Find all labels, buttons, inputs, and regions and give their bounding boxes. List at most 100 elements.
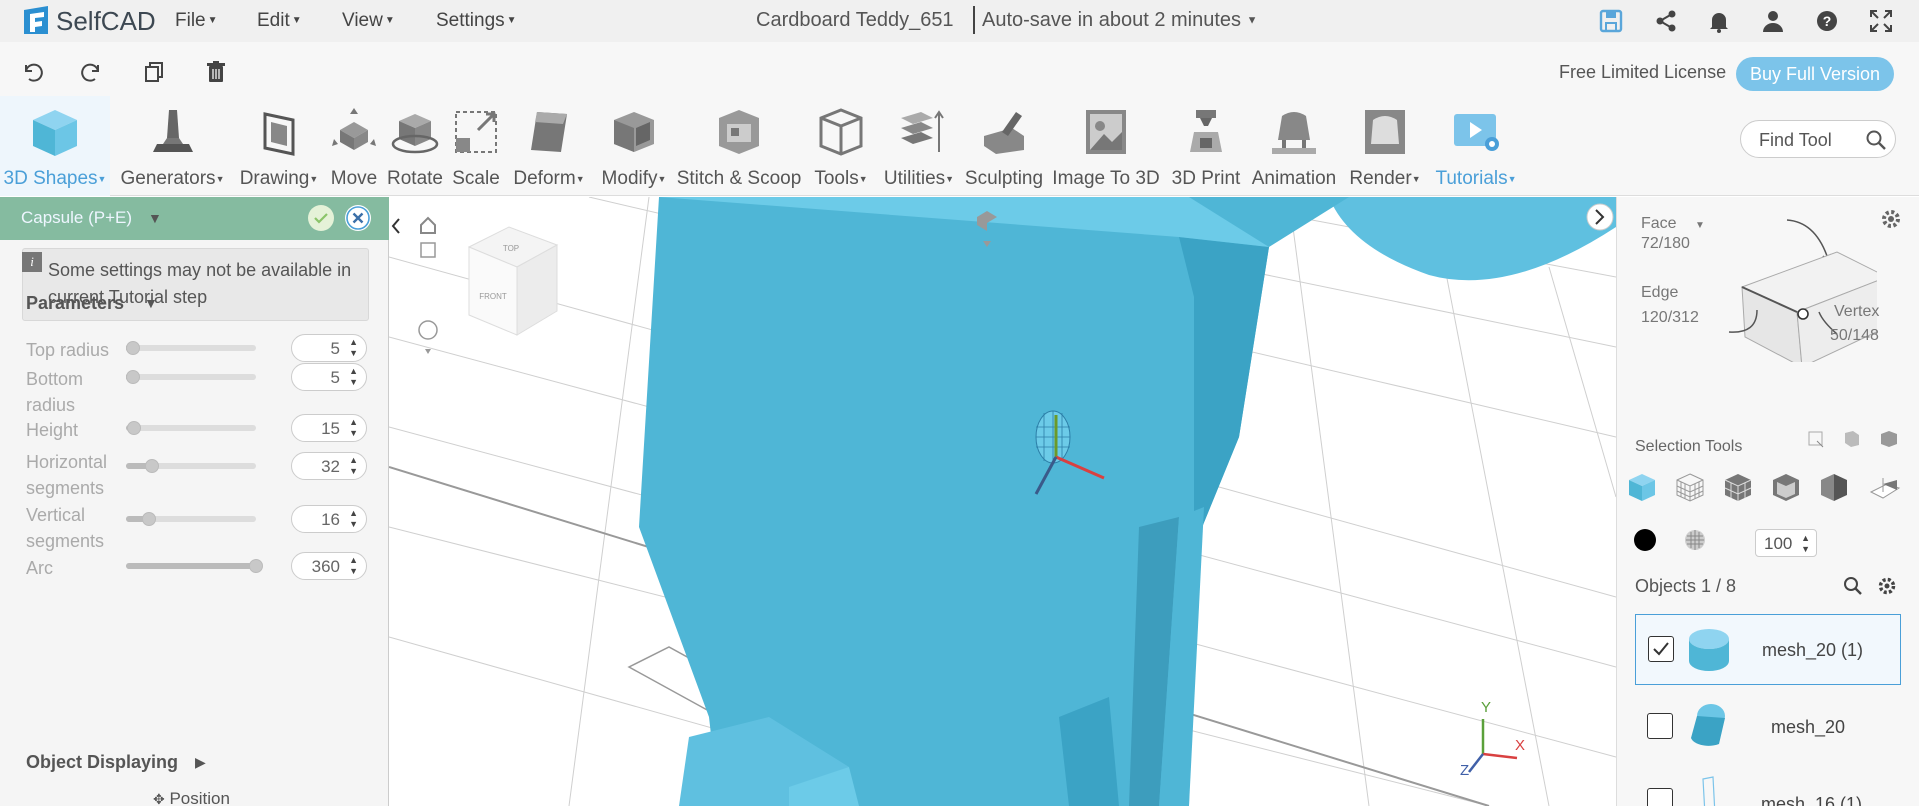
close-icon[interactable]: [345, 205, 371, 231]
cube-icon: [33, 110, 77, 156]
rotate-icon: [391, 114, 439, 154]
gear-icon[interactable]: [1877, 576, 1897, 596]
save-icon[interactable]: [1598, 8, 1624, 34]
slider-handle[interactable]: [126, 421, 141, 435]
position-label[interactable]: ✥ Position: [153, 789, 230, 809]
tool-generators[interactable]: Generators▼: [115, 96, 230, 196]
object-checkbox[interactable]: [1648, 636, 1674, 662]
autosave-status[interactable]: Auto-save in about 2 minutes ▼: [982, 9, 1258, 32]
param-slider[interactable]: [126, 512, 256, 526]
copy-icon[interactable]: [142, 60, 166, 84]
3d-viewport[interactable]: TOP FRONT Y X Z: [389, 197, 1616, 806]
tool-tools[interactable]: Tools▼: [806, 96, 876, 196]
selfcad-logo[interactable]: SelfCAD: [20, 3, 156, 39]
teddy-model[interactable]: [639, 197, 1616, 806]
search-icon[interactable]: [1843, 576, 1863, 596]
object-displaying-heading[interactable]: Object Displaying: [26, 752, 178, 773]
menu-view[interactable]: View ▼: [342, 10, 395, 32]
stepper-icon[interactable]: ▲ ▼: [1801, 533, 1810, 555]
tools-icon: [819, 108, 863, 156]
scale-icon: [455, 111, 497, 153]
tool-animation[interactable]: Animation: [1248, 96, 1340, 196]
wireframe-select-icon[interactable]: [1673, 470, 1707, 504]
chevron-down-icon[interactable]: ▼: [144, 295, 158, 311]
chevron-down-icon[interactable]: ▼: [148, 210, 162, 226]
param-slider[interactable]: [126, 421, 256, 435]
find-tool-search[interactable]: Find Tool: [1740, 120, 1896, 158]
undo-icon[interactable]: [20, 60, 44, 84]
tool-stitch-scoop[interactable]: Stitch & Scoop: [676, 96, 802, 196]
object-row[interactable]: mesh_20: [1635, 690, 1901, 761]
slider-handle[interactable]: [126, 370, 140, 384]
object-checkbox[interactable]: [1647, 713, 1673, 739]
bell-icon[interactable]: [1706, 8, 1732, 34]
texture-icon[interactable]: [1683, 528, 1707, 552]
gear-icon[interactable]: [1880, 208, 1902, 230]
tool-rotate[interactable]: Rotate: [384, 96, 446, 196]
share-icon[interactable]: [1653, 8, 1679, 34]
tool-scale[interactable]: Scale: [448, 96, 504, 196]
parameters-heading[interactable]: Parameters: [26, 293, 124, 314]
object-row[interactable]: mesh_16 (1): [1635, 765, 1901, 806]
tool-3d-shapes[interactable]: 3D Shapes▼: [0, 96, 110, 196]
param-value-input[interactable]: 5 ▲ ▼: [291, 334, 367, 362]
stepper-icon[interactable]: ▲ ▼: [349, 555, 358, 577]
mesh-select-icon[interactable]: [1721, 470, 1755, 504]
stepper-icon[interactable]: ▲ ▼: [349, 337, 358, 359]
tool-drawing[interactable]: Drawing▼: [234, 96, 324, 196]
solid-select-icon[interactable]: [1625, 470, 1659, 504]
param-slider[interactable]: [126, 559, 263, 573]
tool-3d-print[interactable]: 3D Print: [1166, 96, 1246, 196]
color-swatch-icon[interactable]: [1633, 528, 1657, 552]
stepper-icon[interactable]: ▲ ▼: [349, 508, 358, 530]
tool-deform[interactable]: Deform▼: [506, 96, 592, 196]
param-value-input[interactable]: 5 ▲ ▼: [291, 363, 367, 391]
fullscreen-icon[interactable]: [1868, 8, 1894, 34]
menu-edit[interactable]: Edit ▼: [257, 10, 302, 32]
plane-select-icon[interactable]: [1867, 470, 1901, 504]
document-title[interactable]: Cardboard Teddy_651: [756, 9, 954, 32]
view-cube[interactable]: TOP FRONT: [467, 226, 559, 336]
menu-file[interactable]: File ▼: [175, 10, 218, 32]
slider-handle[interactable]: [249, 559, 263, 573]
menu-view-label: View: [342, 10, 383, 31]
slider-handle[interactable]: [145, 459, 159, 473]
menu-settings[interactable]: Settings ▼: [436, 10, 517, 32]
user-icon[interactable]: [1760, 8, 1786, 34]
tool-image-to-3d[interactable]: Image To 3D: [1050, 96, 1162, 196]
stepper-icon[interactable]: ▲ ▼: [349, 455, 358, 477]
param-value-input[interactable]: 360 ▲ ▼: [291, 552, 367, 580]
tool-move[interactable]: Move: [326, 96, 382, 196]
slider-handle[interactable]: [126, 341, 140, 355]
param-value-input[interactable]: 32 ▲ ▼: [291, 452, 367, 480]
tool-modify[interactable]: Modify▼: [594, 96, 674, 196]
scene-canvas[interactable]: TOP FRONT Y X Z: [389, 197, 1616, 806]
opacity-input[interactable]: 100 ▲ ▼: [1755, 529, 1817, 557]
param-slider[interactable]: [126, 370, 256, 384]
expand-right-button[interactable]: [1586, 203, 1614, 231]
face-select-icon[interactable]: [1769, 470, 1803, 504]
stepper-icon[interactable]: ▲ ▼: [349, 417, 358, 439]
slider-handle[interactable]: [142, 512, 157, 526]
object-row[interactable]: mesh_20 (1): [1635, 614, 1901, 685]
chevron-down-icon: ▼: [384, 15, 395, 27]
tool-tutorials[interactable]: Tutorials▼: [1428, 96, 1524, 196]
param-slider[interactable]: [126, 459, 256, 473]
chevron-right-icon[interactable]: ▶: [195, 754, 206, 771]
confirm-icon[interactable]: [308, 205, 334, 231]
selection-mode-icons[interactable]: [1807, 429, 1907, 449]
redo-icon[interactable]: [80, 60, 104, 84]
param-value-input[interactable]: 15 ▲ ▼: [291, 414, 367, 442]
capsule-object[interactable]: [1035, 410, 1071, 464]
tool-sculpting[interactable]: Sculpting: [962, 96, 1046, 196]
param-value-input[interactable]: 16 ▲ ▼: [291, 505, 367, 533]
param-slider[interactable]: [126, 341, 256, 355]
help-icon[interactable]: ?: [1814, 8, 1840, 34]
tool-utilities[interactable]: Utilities▼: [878, 96, 960, 196]
delete-icon[interactable]: [204, 60, 228, 84]
tool-render[interactable]: Render▼: [1344, 96, 1426, 196]
stepper-icon[interactable]: ▲ ▼: [349, 366, 358, 388]
half-select-icon[interactable]: [1817, 470, 1851, 504]
object-checkbox[interactable]: [1647, 788, 1673, 806]
buy-full-version-button[interactable]: Buy Full Version: [1736, 57, 1894, 91]
